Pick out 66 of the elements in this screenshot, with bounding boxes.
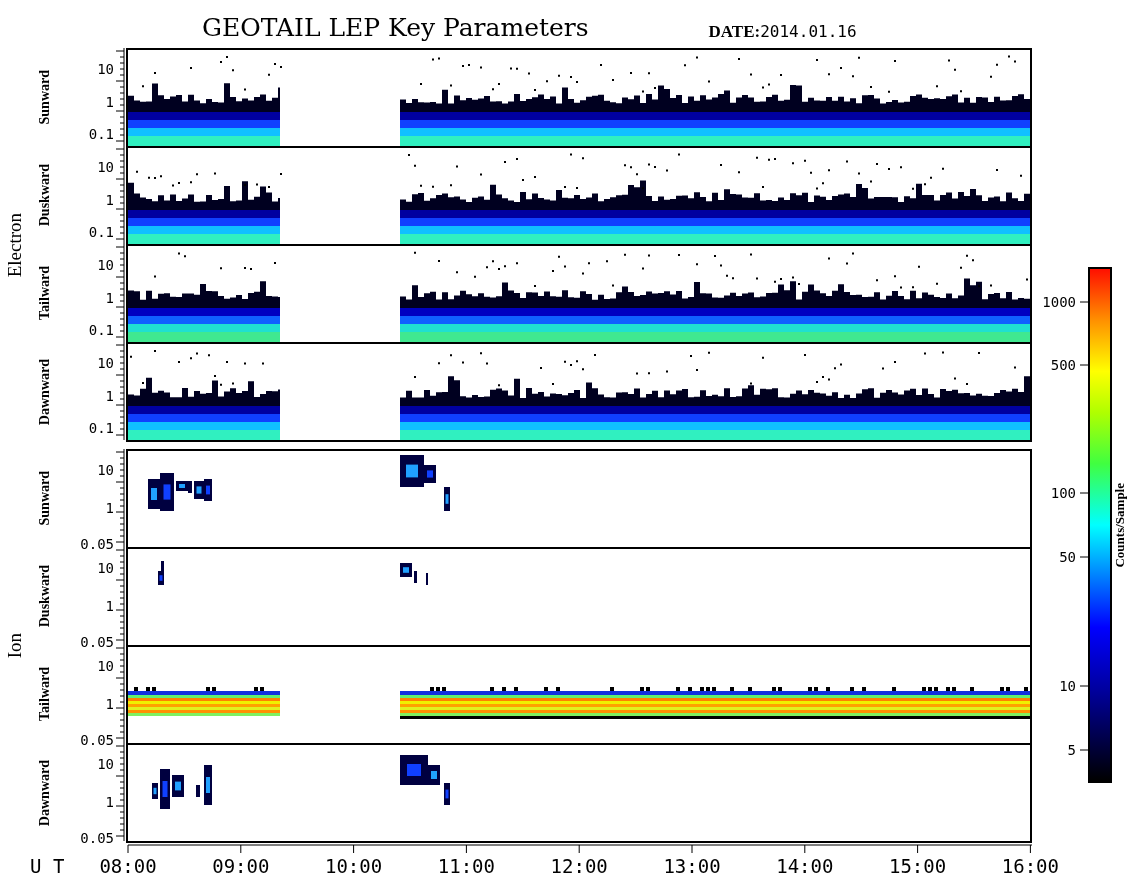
group-label: Ion xyxy=(4,633,26,659)
panel-label: Dawnward xyxy=(37,358,53,426)
count-blob xyxy=(160,473,174,511)
axis-tick-label: 10:00 xyxy=(325,855,383,877)
axis-tick-label: 1 xyxy=(105,289,114,306)
axis-label: U T xyxy=(30,855,65,877)
axis-tick-label: 10 xyxy=(97,462,114,479)
axis-tick-label: 1 xyxy=(105,597,114,614)
count-blob xyxy=(414,571,417,583)
count-blob xyxy=(444,487,450,511)
colorbar-label: Counts/Sample xyxy=(1112,482,1128,568)
axis-tick-label: 1 xyxy=(105,191,114,208)
axis-tick-label: 08:00 xyxy=(99,855,157,877)
axis-tick-label: 1 xyxy=(105,93,114,110)
axis-tick-label: 1 xyxy=(105,695,114,712)
count-blob xyxy=(172,775,184,797)
axis-tick-label: 0.1 xyxy=(88,321,114,338)
panel-label: Sunward xyxy=(37,69,53,125)
axis-tick-label: 10 xyxy=(97,560,114,577)
axis-tick-label: 14:00 xyxy=(776,855,834,877)
axis-tick-label: 1 xyxy=(105,387,114,404)
count-blob xyxy=(196,785,200,797)
count-blob xyxy=(194,481,204,499)
colorbar-tick-label: 100 xyxy=(1050,485,1076,501)
chart-title: GEOTAIL LEP Key Parameters xyxy=(202,13,589,44)
axis-tick-label: 0.05 xyxy=(80,536,114,553)
group-label: Electron xyxy=(4,212,26,278)
colorbar-tick-label: 50 xyxy=(1059,549,1076,565)
panel-label: Duskward xyxy=(37,564,53,628)
axis-tick-label: 10 xyxy=(97,658,114,675)
axis-tick-label: 0.05 xyxy=(80,732,114,749)
axis-tick-label: 10 xyxy=(97,159,114,176)
axis-tick-label: 0.05 xyxy=(80,634,114,651)
panel-label: Sunward xyxy=(37,470,53,526)
axis-tick-label: 10 xyxy=(97,61,114,78)
axis-tick-label: 10 xyxy=(97,355,114,372)
count-blob xyxy=(400,563,412,577)
panel-label: Dawnward xyxy=(37,759,53,827)
axis-tick-label: 09:00 xyxy=(212,855,270,877)
axis-tick-label: 11:00 xyxy=(437,855,495,877)
count-blob xyxy=(204,765,212,805)
colorbar-tick-label: 10 xyxy=(1059,678,1076,694)
axis-tick-label: 0.1 xyxy=(88,125,114,142)
panel-label: Tailward xyxy=(37,667,53,721)
axis-tick-label: 0.05 xyxy=(80,830,114,847)
panel-label: Tailward xyxy=(37,266,53,320)
axis-tick-label: 1 xyxy=(105,499,114,516)
axis-tick-label: 1 xyxy=(105,793,114,810)
axis-tick-label: 0.1 xyxy=(88,223,114,240)
axis-tick-label: 15:00 xyxy=(889,855,947,877)
panel-label: Duskward xyxy=(37,163,53,227)
axis-tick-label: 10 xyxy=(97,756,114,773)
axis-tick-label: 16:00 xyxy=(1001,855,1059,877)
colorbar-tick-label: 5 xyxy=(1067,742,1076,758)
axis-tick-label: 12:00 xyxy=(550,855,608,877)
axis-tick-label: 10 xyxy=(97,257,114,274)
date-label: DATE: xyxy=(708,22,761,42)
colorbar-tick-label: 500 xyxy=(1050,357,1076,373)
count-blob xyxy=(148,479,160,509)
colorbar-tick-label: 1000 xyxy=(1042,294,1076,310)
axis-tick-label: 13:00 xyxy=(663,855,721,877)
count-blob xyxy=(152,783,158,799)
count-blob xyxy=(444,783,450,805)
count-blob xyxy=(160,769,170,809)
date-value: 2014.01.16 xyxy=(760,22,857,41)
axis-tick-label: 0.1 xyxy=(88,419,114,436)
